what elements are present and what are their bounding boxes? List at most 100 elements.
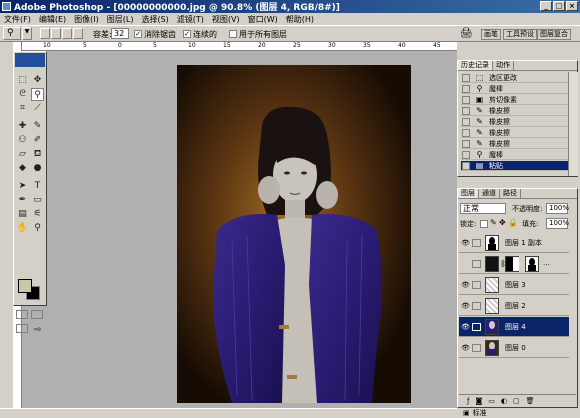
lock-all-icon[interactable]: 🔒 bbox=[508, 218, 518, 227]
hand-tool-icon[interactable]: ✋ bbox=[16, 222, 29, 235]
screen-mode-icon[interactable] bbox=[16, 324, 28, 333]
type-tool-icon[interactable]: T bbox=[31, 180, 44, 193]
pen-tool-icon[interactable]: ✒ bbox=[16, 194, 29, 207]
history-item[interactable]: ⚲ 魔棒 bbox=[461, 150, 569, 160]
layer-link-box[interactable] bbox=[472, 344, 481, 352]
history-item[interactable]: ⬚ 选区更改 bbox=[461, 73, 569, 83]
opacity-input[interactable]: 100% bbox=[546, 203, 569, 214]
new-selection-button[interactable] bbox=[40, 28, 50, 39]
adjustment-layer-icon[interactable]: ◐ bbox=[501, 397, 507, 405]
history-brush-icon[interactable]: ✐ bbox=[31, 134, 44, 147]
slice-tool-icon[interactable]: ⟋ bbox=[31, 102, 44, 115]
layer-row[interactable]: ⛓ … bbox=[459, 254, 569, 274]
snapshot-source-box[interactable] bbox=[462, 118, 470, 126]
history-item[interactable]: ✎ 橡皮擦 bbox=[461, 106, 569, 116]
palette-well-tool-presets[interactable]: 工具预设 bbox=[503, 29, 537, 40]
layer-link-box[interactable] bbox=[472, 239, 481, 247]
path-selection-icon[interactable]: ➤ bbox=[16, 180, 29, 193]
vector-mask-thumbnail[interactable] bbox=[525, 256, 539, 272]
tab-channels[interactable]: 通道 bbox=[479, 189, 500, 198]
tab-layers[interactable]: 图层 bbox=[458, 189, 479, 198]
history-item[interactable]: ✎ 橡皮擦 bbox=[461, 128, 569, 138]
snapshot-source-box[interactable] bbox=[462, 85, 470, 93]
history-item[interactable]: ✎ 橡皮擦 bbox=[461, 117, 569, 127]
menu-filter[interactable]: 滤镜(T) bbox=[177, 14, 204, 25]
lock-position-icon[interactable]: ✥ bbox=[499, 218, 506, 227]
palette-well-layer-comps[interactable]: 图层复合 bbox=[537, 29, 571, 40]
new-layer-icon[interactable]: ▢ bbox=[513, 397, 520, 405]
layer-row-selected[interactable]: 👁 图层 4 bbox=[459, 317, 569, 337]
eye-icon[interactable] bbox=[461, 260, 470, 268]
layer-row[interactable]: 👁 图层 0 bbox=[459, 338, 569, 358]
snapshot-source-box[interactable] bbox=[462, 162, 470, 170]
snapshot-source-box[interactable] bbox=[462, 96, 470, 104]
quick-mask-icon[interactable] bbox=[31, 310, 43, 319]
snapshot-source-box[interactable] bbox=[462, 107, 470, 115]
add-selection-button[interactable] bbox=[51, 28, 61, 39]
menu-file[interactable]: 文件(F) bbox=[4, 14, 31, 25]
eye-icon[interactable]: 👁 bbox=[461, 239, 470, 247]
dodge-tool-icon[interactable]: ● bbox=[31, 162, 44, 175]
lock-transparency-checkbox[interactable] bbox=[480, 220, 488, 228]
tool-preset-dropdown[interactable]: ▼ bbox=[22, 27, 32, 40]
zoom-tool-icon[interactable]: ⚲ bbox=[31, 222, 44, 235]
blend-mode-select[interactable]: 正常 bbox=[460, 203, 506, 214]
menu-select[interactable]: 选择(S) bbox=[141, 14, 168, 25]
tool-preset-picker[interactable]: ⚲ bbox=[3, 27, 21, 40]
marquee-tool-icon[interactable]: ⬚ bbox=[16, 74, 29, 87]
eye-icon[interactable]: 👁 bbox=[461, 344, 470, 352]
all-layers-checkbox[interactable] bbox=[229, 30, 237, 38]
brush-tool-icon[interactable]: ✎ bbox=[31, 120, 44, 133]
history-item[interactable]: ✎ 橡皮擦 bbox=[461, 139, 569, 149]
fill-input[interactable]: 100% bbox=[546, 218, 569, 229]
snapshot-source-box[interactable] bbox=[462, 74, 470, 82]
lasso-tool-icon[interactable]: ᘓ bbox=[16, 88, 29, 101]
eyedropper-tool-icon[interactable]: ⚟ bbox=[31, 208, 44, 221]
palette-well-brushes[interactable]: 画笔 bbox=[481, 29, 501, 40]
antialias-checkbox[interactable]: ✓ bbox=[134, 30, 142, 38]
history-scrollbar[interactable] bbox=[568, 72, 578, 176]
imageready-jump-icon[interactable]: ⇨ bbox=[31, 324, 44, 337]
menu-edit[interactable]: 编辑(E) bbox=[39, 14, 66, 25]
eye-icon[interactable]: 👁 bbox=[461, 302, 470, 310]
snapshot-source-box[interactable] bbox=[462, 129, 470, 137]
history-item[interactable]: ▣ 剪切像素 bbox=[461, 95, 569, 105]
menu-image[interactable]: 图像(I) bbox=[74, 14, 99, 25]
history-item[interactable]: ⚲ 魔棒 bbox=[461, 84, 569, 94]
close-button[interactable]: × bbox=[566, 1, 578, 11]
lock-pixels-icon[interactable]: ✎ bbox=[490, 218, 497, 227]
minimize-button[interactable]: _ bbox=[540, 1, 552, 11]
shape-tool-icon[interactable]: ▭ bbox=[31, 194, 44, 207]
intersect-selection-button[interactable] bbox=[73, 28, 83, 39]
crop-tool-icon[interactable]: ⌗ bbox=[16, 102, 29, 115]
menu-layer[interactable]: 图层(L) bbox=[107, 14, 134, 25]
layer-style-icon[interactable]: ƒ bbox=[467, 397, 469, 405]
magic-wand-tool-icon[interactable]: ⚲ bbox=[31, 88, 44, 101]
eye-icon[interactable]: 👁 bbox=[461, 323, 470, 331]
layer-row[interactable]: 👁 图层 1 副本 bbox=[459, 233, 569, 253]
eraser-tool-icon[interactable]: ▱ bbox=[16, 148, 29, 161]
document-canvas[interactable] bbox=[177, 65, 411, 403]
delete-layer-icon[interactable]: 🗑 bbox=[526, 397, 535, 405]
blur-tool-icon[interactable]: ◆ bbox=[16, 162, 29, 175]
snapshot-source-box[interactable] bbox=[462, 140, 470, 148]
menu-help[interactable]: 帮助(H) bbox=[286, 14, 314, 25]
layer-link-box[interactable] bbox=[472, 302, 481, 310]
standard-mode-icon[interactable] bbox=[16, 310, 28, 319]
new-set-icon[interactable]: ▭ bbox=[488, 397, 495, 405]
menu-view[interactable]: 视图(V) bbox=[212, 14, 240, 25]
layer-row[interactable]: 👁 图层 2 bbox=[459, 296, 569, 316]
subtract-selection-button[interactable] bbox=[62, 28, 72, 39]
layer-link-box[interactable] bbox=[472, 281, 481, 289]
layer-row[interactable]: 👁 图层 3 bbox=[459, 275, 569, 295]
healing-brush-icon[interactable]: ✚ bbox=[16, 120, 29, 133]
layer-link-box[interactable] bbox=[472, 260, 481, 268]
menu-window[interactable]: 窗口(W) bbox=[248, 14, 278, 25]
tab-actions[interactable]: 动作 bbox=[493, 61, 514, 70]
eye-icon[interactable]: 👁 bbox=[461, 281, 470, 289]
contiguous-checkbox[interactable]: ✓ bbox=[183, 30, 191, 38]
tab-history[interactable]: 历史记录 bbox=[458, 61, 493, 70]
history-item-selected[interactable]: ▤ 粘贴 bbox=[461, 161, 569, 171]
brush-link-icon[interactable] bbox=[472, 323, 481, 331]
clone-stamp-icon[interactable]: ⚇ bbox=[16, 134, 29, 147]
